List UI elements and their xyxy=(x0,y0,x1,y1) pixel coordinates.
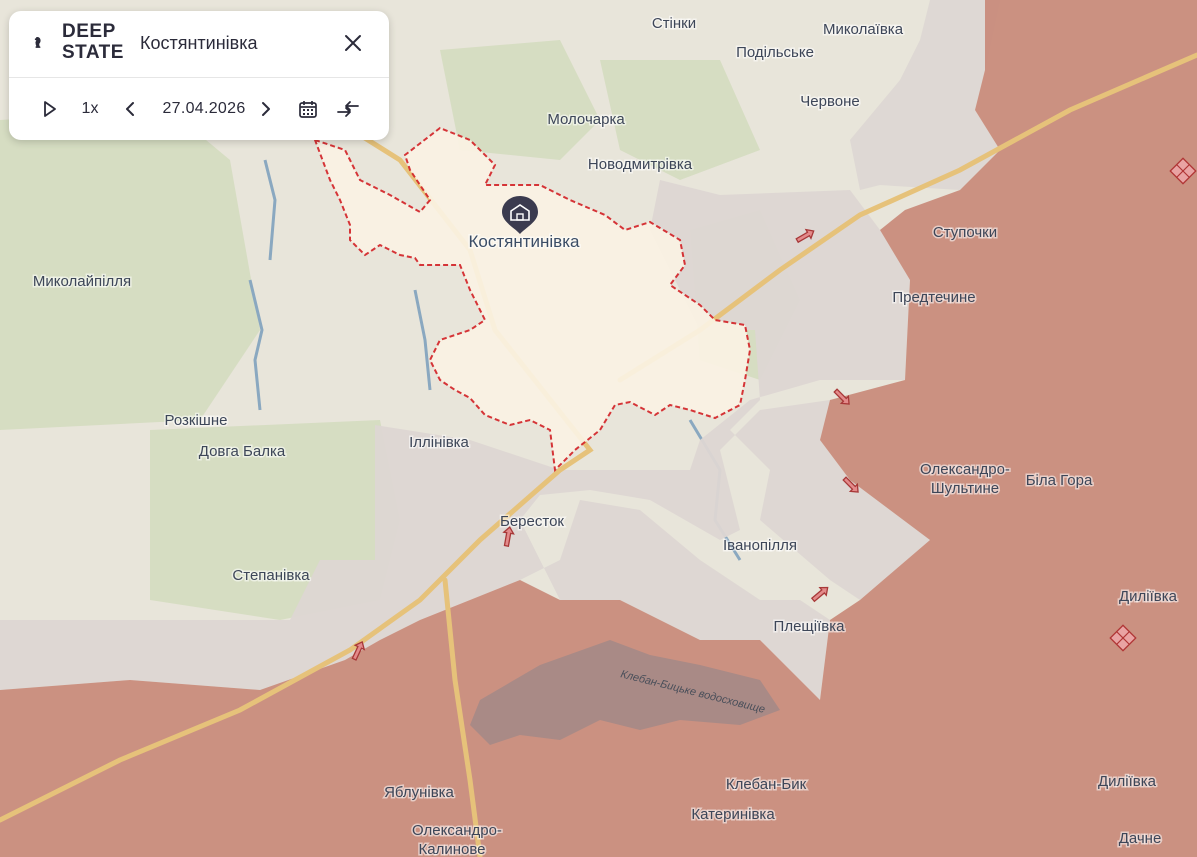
place-label: Предтечине xyxy=(892,289,975,306)
brand-logo: DEEP STATE xyxy=(62,21,124,63)
place-label: Миколаївка xyxy=(823,21,904,38)
place-label: Дачне xyxy=(1119,830,1162,847)
calendar-icon xyxy=(299,101,317,118)
place-label: Миколайпілля xyxy=(33,273,131,290)
chevron-right-icon xyxy=(262,102,270,116)
close-icon[interactable] xyxy=(341,31,365,55)
place-label: Олександро- xyxy=(920,461,1010,478)
city-label: Костянтинівка xyxy=(469,232,581,251)
compare-arrows-icon xyxy=(337,101,359,117)
place-label: Диліївка xyxy=(1119,588,1178,605)
place-label: Яблунівка xyxy=(384,784,454,801)
location-title: Костянтинівка xyxy=(140,33,258,53)
chevron-left-icon xyxy=(126,102,134,116)
play-icon xyxy=(44,101,56,117)
place-label: Шультине xyxy=(931,480,999,497)
speed-button[interactable]: 1x xyxy=(77,95,103,123)
place-label: Новодмитрівка xyxy=(588,156,693,173)
place-label: Клебан-Бик xyxy=(726,776,807,793)
calendar-button[interactable] xyxy=(295,95,321,123)
place-label: Іванопілля xyxy=(723,537,797,554)
prev-date-button[interactable] xyxy=(119,95,141,123)
map-control-panel: DEEP STATE Костянтинівка 1x 27.04.2026 xyxy=(9,11,389,140)
next-date-button[interactable] xyxy=(255,95,277,123)
panel-header: DEEP STATE Костянтинівка xyxy=(9,11,389,78)
place-label: Степанівка xyxy=(232,567,310,584)
play-button[interactable] xyxy=(39,95,61,123)
place-label: Ступочки xyxy=(933,224,997,241)
place-label: Біла Гора xyxy=(1026,472,1093,489)
place-label: Довга Балка xyxy=(199,443,286,460)
compare-button[interactable] xyxy=(334,95,362,123)
place-label: Червоне xyxy=(800,93,859,110)
place-label: Молочарка xyxy=(547,111,625,128)
place-label: Подільське xyxy=(736,44,814,61)
place-label: Стінки xyxy=(652,15,696,32)
place-label: Розкішне xyxy=(165,412,228,429)
place-label: Іллінівка xyxy=(409,434,469,451)
knight-chess-icon xyxy=(34,37,41,48)
place-label: Калинове xyxy=(419,841,486,857)
place-label: Диліївка xyxy=(1098,773,1157,790)
place-label: Плещіївка xyxy=(774,618,846,635)
date-display[interactable]: 27.04.2026 xyxy=(149,95,259,123)
place-label: Бересток xyxy=(500,513,564,530)
place-label: Катеринівка xyxy=(691,806,775,823)
brand-logo-line1: DEEP xyxy=(62,21,116,42)
place-label: Олександро- xyxy=(412,822,502,839)
brand-logo-line2: STATE xyxy=(62,42,124,63)
